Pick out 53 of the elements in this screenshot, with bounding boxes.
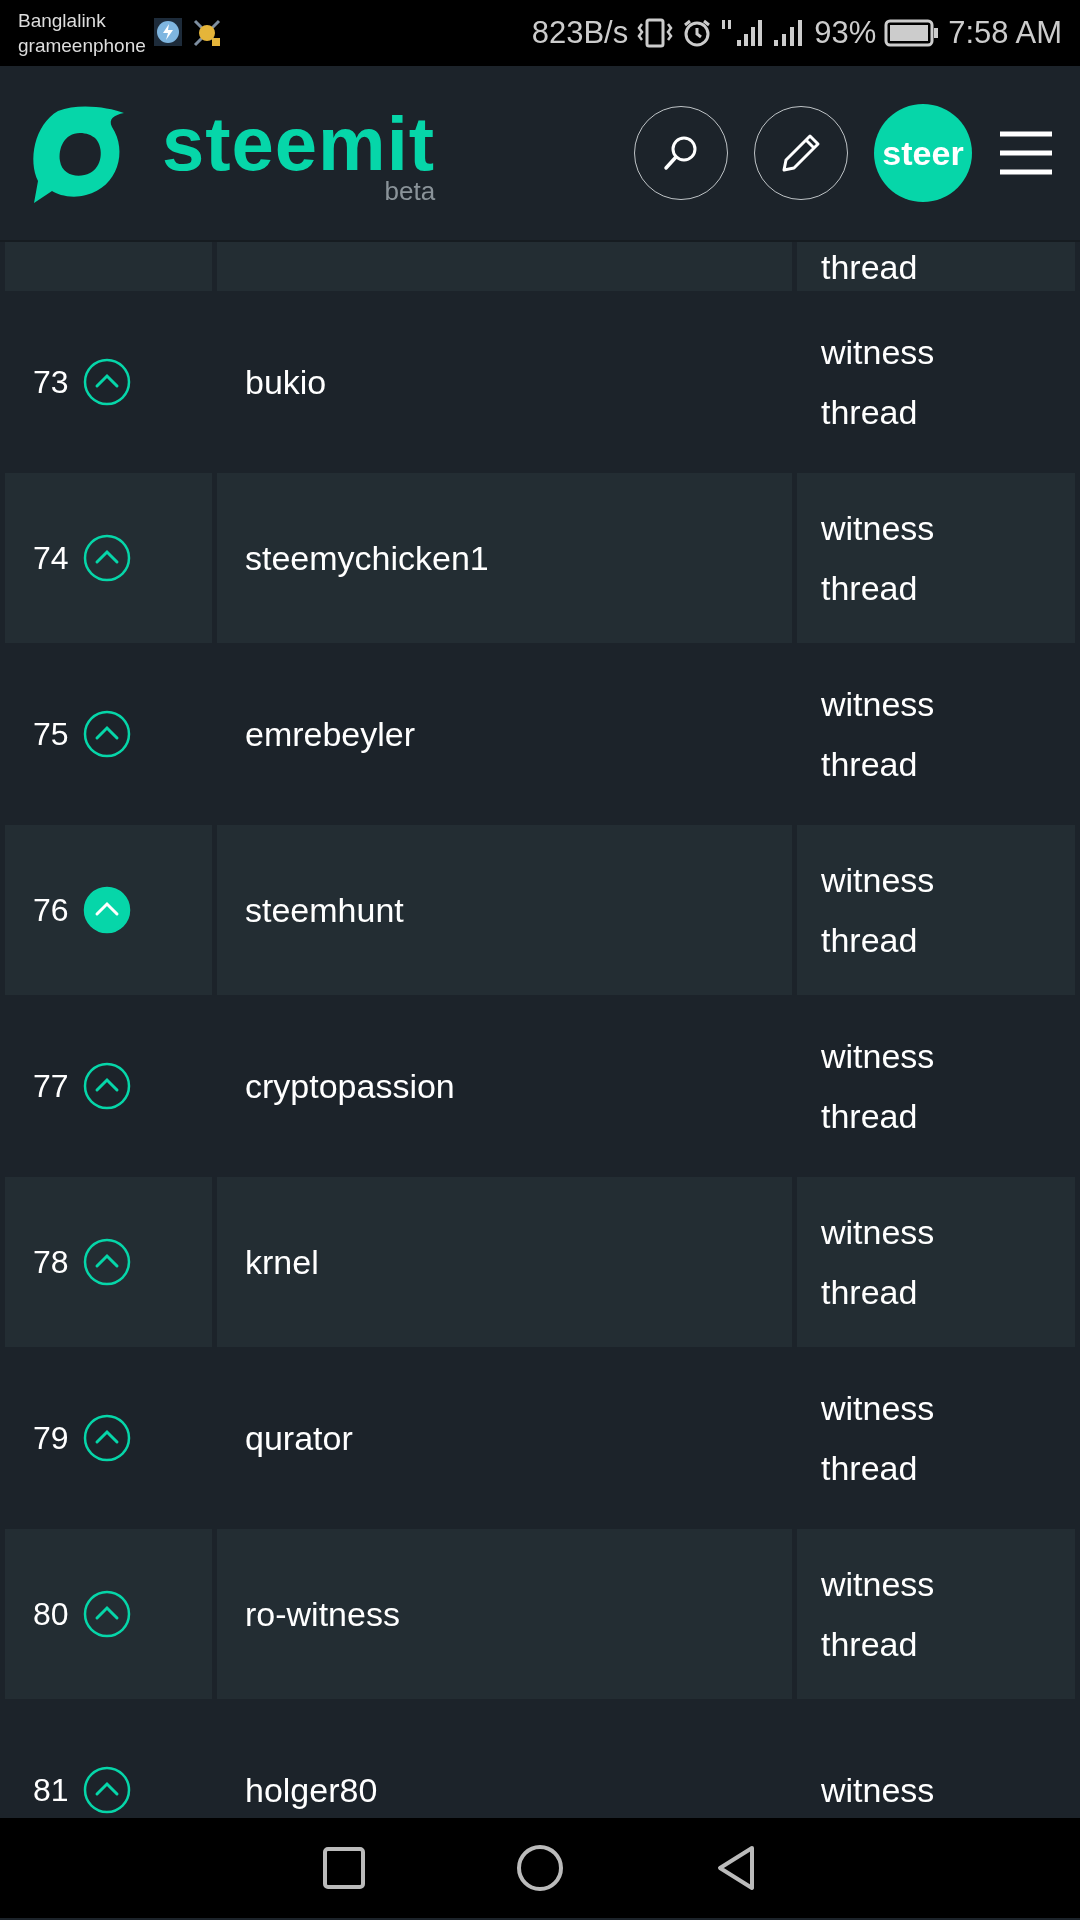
upvote-button[interactable] (82, 1238, 131, 1286)
pencil-icon[interactable] (780, 132, 822, 174)
upvote-button[interactable] (82, 710, 131, 758)
menu-button[interactable] (998, 130, 1054, 176)
witness-thread-link[interactable]: witness thread (821, 1554, 935, 1674)
witness-thread-link[interactable]: witness thread (821, 850, 935, 970)
rank-number: 81 (33, 1771, 69, 1809)
app-icon (191, 18, 222, 48)
witness-name[interactable]: qurator (245, 1418, 353, 1458)
upvote-button[interactable] (82, 1590, 131, 1638)
rank-number: 73 (33, 363, 69, 401)
witness-thread-link[interactable]: witness thread (821, 674, 935, 794)
rank-number: 80 (33, 1595, 69, 1633)
recents-button[interactable] (322, 1846, 366, 1890)
witness-thread-link[interactable]: witness thread (821, 322, 935, 442)
witness-name[interactable]: steemhunt (245, 890, 404, 930)
rank-number: 79 (33, 1419, 69, 1457)
witness-thread-link[interactable]: witness thread (821, 1378, 935, 1498)
upvote-button[interactable] (82, 358, 131, 406)
carrier-name: Banglalink (18, 9, 107, 33)
lightning-icon (153, 18, 182, 46)
witness-name[interactable]: krnel (245, 1242, 319, 1282)
upvote-button[interactable] (82, 1766, 131, 1814)
upvote-button[interactable] (82, 886, 131, 934)
network-speed: 823B/s (531, 15, 629, 51)
upvote-button[interactable] (82, 534, 131, 582)
beta-label: beta (384, 180, 436, 202)
alarm-icon (682, 18, 713, 48)
rank-number: 75 (33, 715, 69, 753)
witness-thread-link[interactable]: witness thread (821, 498, 935, 618)
witness-name[interactable]: bukio (245, 362, 327, 402)
witness-thread-link[interactable]: witness (821, 1760, 935, 1818)
battery-percent: 93% (814, 15, 877, 51)
witness-thread-link[interactable]: witness thread (821, 1202, 935, 1322)
witness-name[interactable]: steemychicken1 (245, 538, 489, 578)
upvote-button[interactable] (82, 1062, 131, 1110)
witness-name[interactable]: emrebeyler (245, 714, 416, 754)
witness-thread-link[interactable]: witness thread (821, 1026, 935, 1146)
witness-name[interactable]: holger80 (245, 1770, 378, 1810)
signal-icon (720, 18, 765, 48)
upvote-button[interactable] (82, 1414, 131, 1462)
witness-name[interactable]: ro-witness (245, 1594, 400, 1634)
rank-number: 74 (33, 539, 69, 577)
clock-time: 7:58 AM (948, 15, 1062, 51)
witness-name[interactable]: cryptopassion (245, 1066, 455, 1106)
rank-number: 76 (33, 891, 69, 929)
home-button[interactable] (516, 1844, 564, 1892)
vibrate-icon (636, 18, 675, 48)
carrier-name: grameenphone (18, 34, 146, 58)
rank-number: 77 (33, 1067, 69, 1105)
battery-icon (884, 19, 941, 47)
witness-thread-link[interactable]: thread (821, 247, 918, 287)
rank-number: 78 (33, 1243, 69, 1281)
